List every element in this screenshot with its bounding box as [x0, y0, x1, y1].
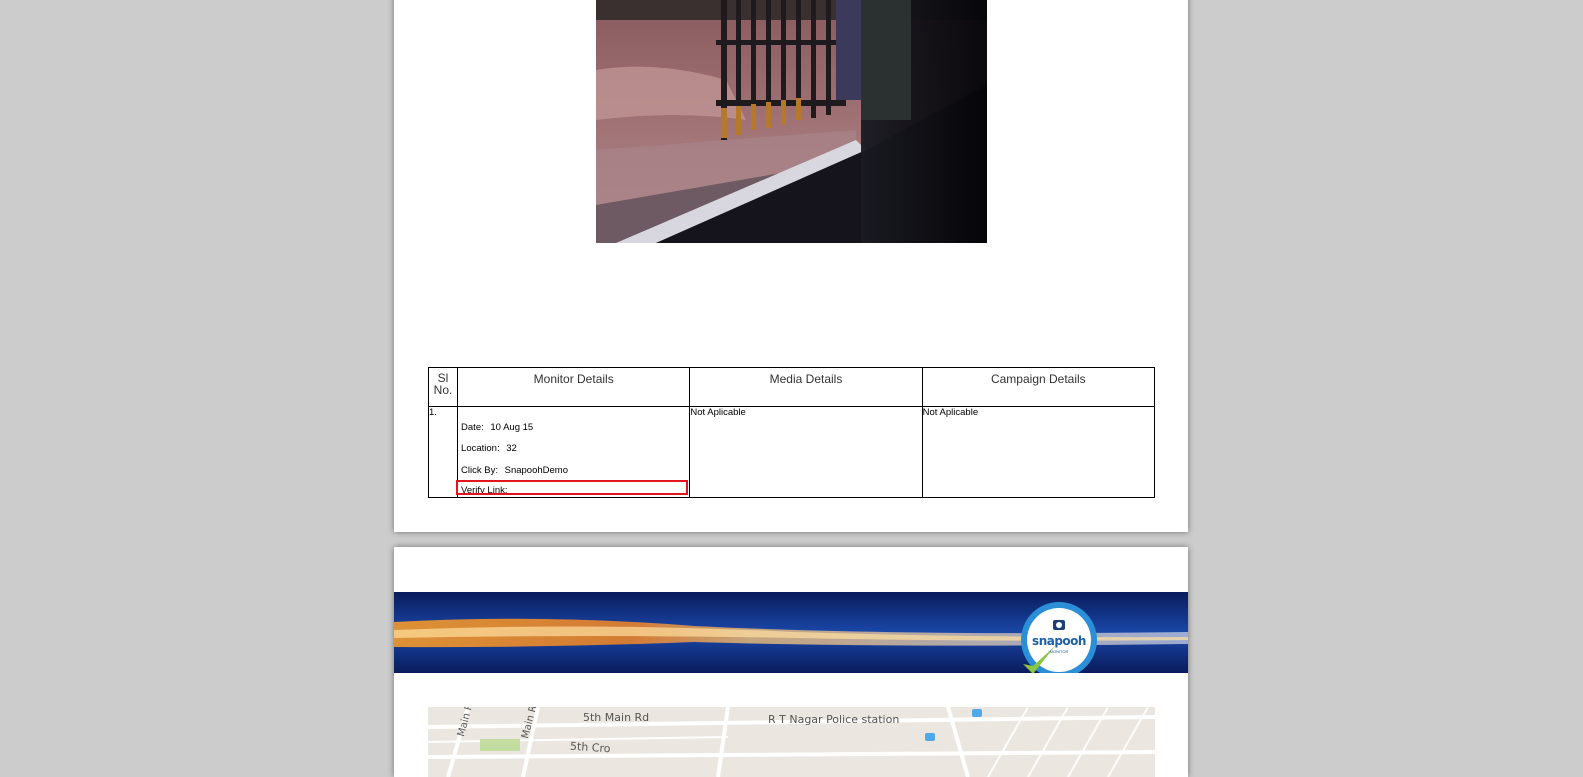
table-header-row: Sl No. Monitor Details Media Details Cam… — [427, 367, 1156, 407]
date-label: Date: — [461, 422, 484, 433]
header-banner: snapooh MONITOR — [394, 592, 1188, 673]
table-row: 1. Date: 10 Aug 15 Location: 32 Click By… — [427, 406, 1156, 498]
header-campaign-details: Campaign Details — [921, 367, 1156, 407]
location-label: Location: — [461, 443, 500, 454]
verify-link-highlight-box — [456, 480, 689, 495]
location-line: Location: 32 — [461, 443, 517, 454]
media-details-cell: Not Aplicable — [689, 406, 923, 498]
date-value: 10 Aug 15 — [490, 422, 534, 433]
click-by-line: Click By: SnapoohDemo — [461, 465, 568, 476]
location-map[interactable]: 5th Main Rd R T Nagar Police station Mai… — [428, 707, 1155, 777]
monitor-photo — [596, 0, 987, 243]
document-page-2: snapooh MONITOR 5th Main Rd R T Nagar Po… — [394, 547, 1188, 777]
map-label-5th-main-rd: 5th Main Rd — [583, 711, 650, 724]
campaign-details-cell: Not Aplicable — [921, 406, 1156, 498]
map-label-police-station: R T Nagar Police station — [768, 713, 900, 726]
monitor-details-cell: Date: 10 Aug 15 Location: 32 Click By: S… — [456, 406, 691, 498]
logo-subtext: MONITOR — [1049, 649, 1069, 654]
map-label-5th-cross: 5th Cro — [569, 739, 611, 756]
location-value: 32 — [506, 443, 517, 454]
logo-text: snapooh — [1032, 634, 1086, 648]
header-sl-no: Sl No. — [427, 367, 459, 407]
date-line: Date: 10 Aug 15 — [461, 422, 533, 433]
click-by-value: SnapoohDemo — [504, 465, 569, 476]
document-page-1: Sl No. Monitor Details Media Details Cam… — [394, 0, 1188, 532]
row-sl-no: 1. — [427, 406, 459, 498]
header-monitor-details: Monitor Details — [457, 367, 691, 407]
header-media-details: Media Details — [689, 367, 923, 407]
header-sl-line2: No. — [433, 383, 453, 397]
click-by-label: Click By: — [461, 465, 498, 476]
report-table: Sl No. Monitor Details Media Details Cam… — [427, 367, 1156, 498]
snapooh-logo: snapooh MONITOR — [1019, 600, 1099, 673]
